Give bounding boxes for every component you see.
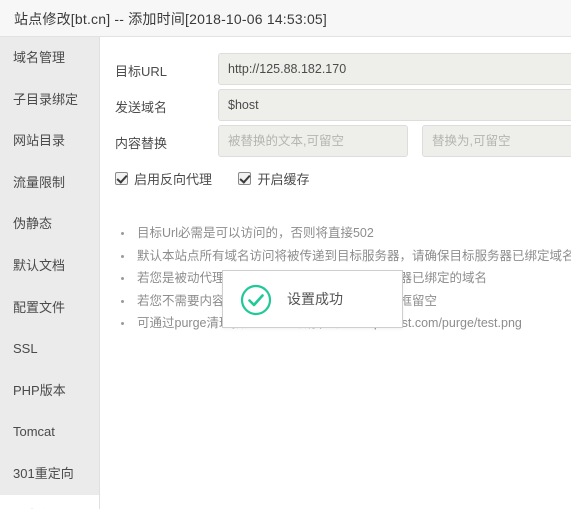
main-panel: 目标URL http://125.88.182.170 发送域名 $host 内… — [101, 37, 571, 509]
sidebar-item-rewrite[interactable]: 伪静态 — [0, 203, 99, 245]
page-title: 站点修改[bt.cn] -- 添加时间[2018-10-06 14:53:05] — [14, 11, 328, 27]
sidebar-item-tomcat[interactable]: Tomcat — [0, 411, 99, 453]
sidebar-item-site-directory[interactable]: 网站目录 — [0, 120, 99, 162]
check-circle-icon — [240, 284, 272, 316]
dialog-header: 站点修改[bt.cn] -- 添加时间[2018-10-06 14:53:05] — [0, 0, 571, 37]
sidebar-item-default-document[interactable]: 默认文档 — [0, 245, 99, 287]
sidebar: 域名管理 子目录绑定 网站目录 流量限制 伪静态 默认文档 配置文件 SSL P… — [0, 37, 100, 509]
checkbox-check-icon — [115, 171, 128, 185]
content-replace-from-input[interactable]: 被替换的文本,可留空 — [218, 125, 408, 157]
sidebar-item-subdir-binding[interactable]: 子目录绑定 — [0, 79, 99, 121]
enable-reverse-proxy-label: 启用反向代理 — [134, 172, 213, 187]
sidebar-item-php-version[interactable]: PHP版本 — [0, 370, 99, 412]
content-replace-to-input[interactable]: 替换为,可留空 — [422, 125, 571, 157]
send-domain-input[interactable]: $host — [218, 89, 571, 121]
sidebar-item-traffic-limit[interactable]: 流量限制 — [0, 162, 99, 204]
toast-message: 设置成功 — [287, 291, 343, 307]
send-domain-label: 发送域名 — [115, 100, 168, 115]
options-row: 启用反向代理 开启缓存 — [115, 169, 331, 189]
sidebar-item-domain-manage[interactable]: 域名管理 — [0, 37, 99, 79]
enable-cache-label: 开启缓存 — [257, 172, 310, 187]
target-url-input[interactable]: http://125.88.182.170 — [218, 53, 571, 85]
sidebar-item-301-redirect[interactable]: 301重定向 — [0, 453, 99, 495]
enable-reverse-proxy-checkbox[interactable]: 启用反向代理 — [115, 169, 212, 188]
target-url-label: 目标URL — [115, 64, 168, 79]
sidebar-item-reverse-proxy[interactable]: 反向代理 — [0, 494, 99, 509]
content-replace-label: 内容替换 — [115, 136, 168, 151]
sidebar-item-ssl[interactable]: SSL — [0, 328, 99, 370]
checkbox-check-icon — [238, 171, 252, 185]
success-toast: 设置成功 — [222, 270, 403, 328]
site-modify-dialog: 站点修改[bt.cn] -- 添加时间[2018-10-06 14:53:05]… — [0, 0, 571, 509]
list-item: 默认本站点所有域名访问将被传递到目标服务器，请确保目标服务器已绑定域名 — [110, 245, 571, 268]
sidebar-item-config-file[interactable]: 配置文件 — [0, 287, 99, 329]
enable-cache-checkbox[interactable]: 开启缓存 — [238, 169, 309, 188]
list-item: 目标Url必需是可以访问的，否则将直接502 — [110, 222, 571, 245]
